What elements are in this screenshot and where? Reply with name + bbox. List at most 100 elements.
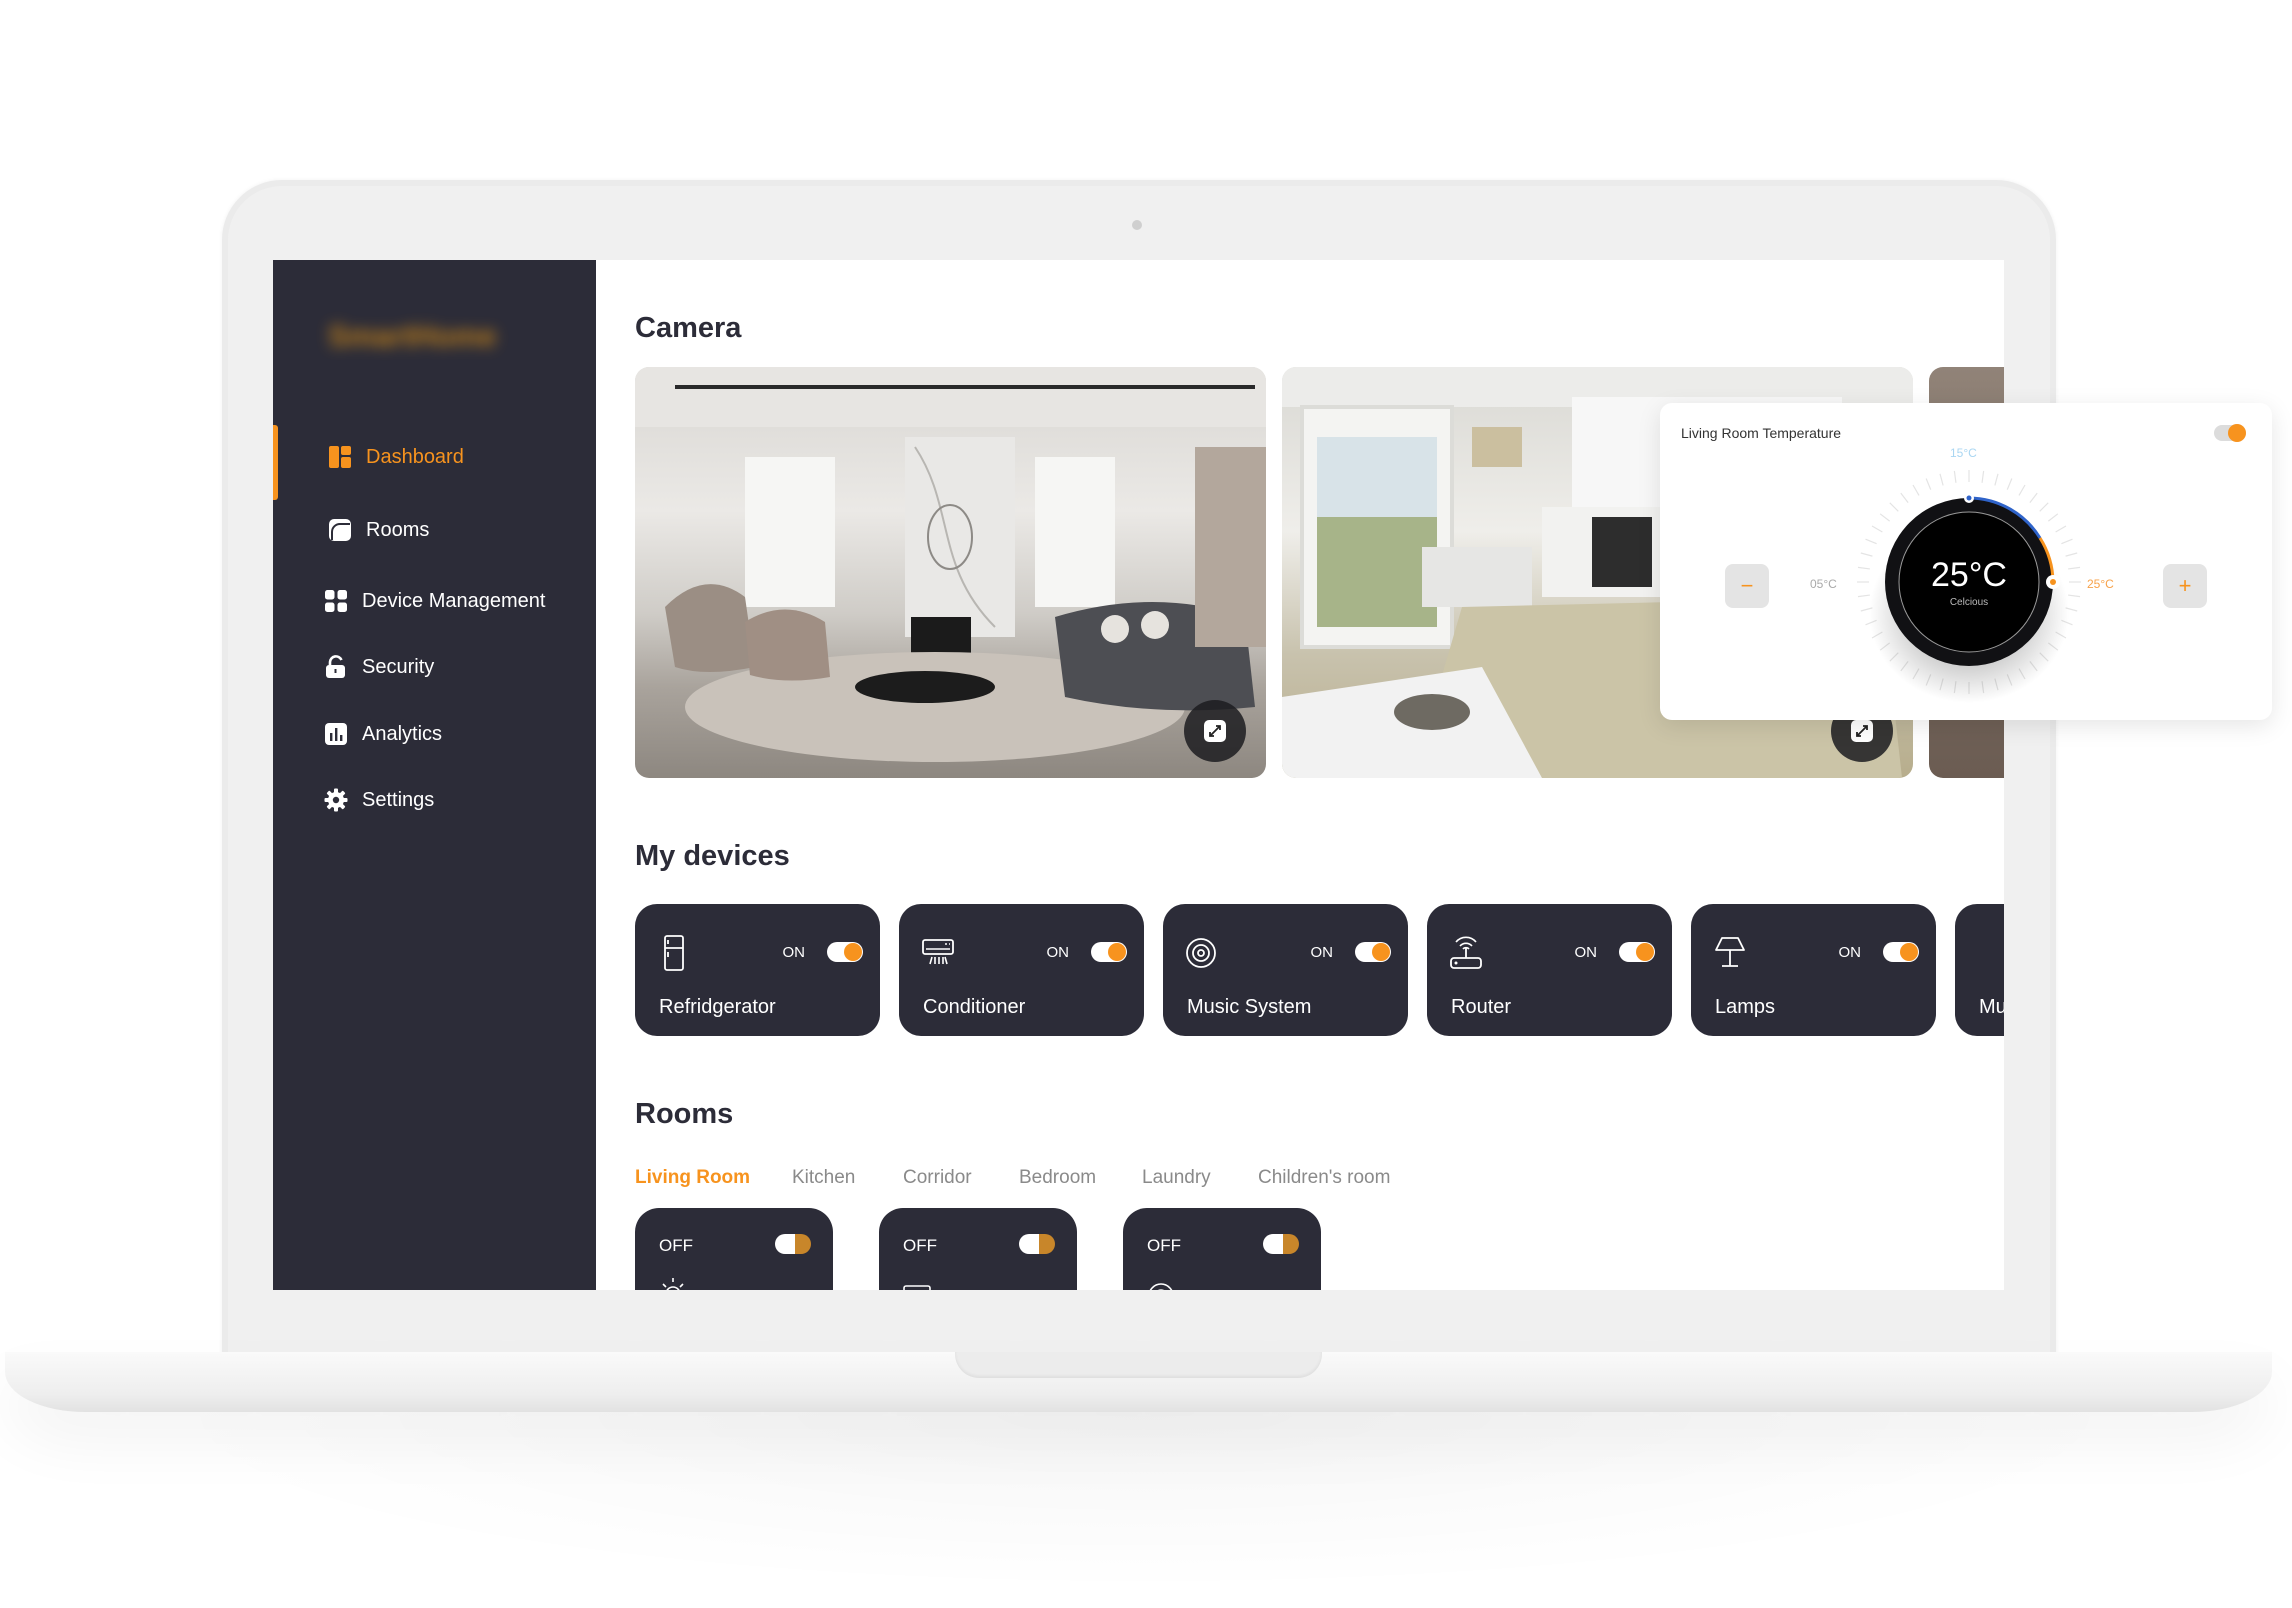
- device-state: ON: [1046, 944, 1070, 961]
- sidebar: SmartHome Dashboard Rooms Device Managem…: [273, 260, 596, 1290]
- device-card-partial[interactable]: Mu: [1955, 904, 2004, 1036]
- device-state: ON: [1574, 944, 1598, 961]
- room-device-card[interactable]: OFF: [635, 1208, 833, 1290]
- dial-tick: [2029, 492, 2038, 504]
- device-toggle[interactable]: [1091, 942, 1127, 962]
- sidebar-item-settings[interactable]: Settings: [273, 775, 596, 825]
- lamp-icon: [1715, 937, 1745, 967]
- speaker-icon: [1149, 1283, 1173, 1290]
- room-device-toggle[interactable]: [775, 1234, 811, 1254]
- device-card-music-system[interactable]: ON Music System: [1163, 904, 1408, 1036]
- device-card-refrigerator[interactable]: ON Refridgerator: [635, 904, 880, 1036]
- grid-icon: [324, 589, 348, 613]
- expand-button[interactable]: [1184, 700, 1246, 762]
- sidebar-item-analytics[interactable]: Analytics: [273, 709, 596, 759]
- expand-icon: [1851, 720, 1873, 742]
- dial-tick: [1981, 470, 1985, 483]
- temperature-unit: Celcious: [1949, 597, 1989, 608]
- sidebar-item-label: Settings: [362, 788, 435, 811]
- dial-tick: [2039, 502, 2049, 512]
- dial-tick: [1857, 566, 1870, 570]
- sidebar-item-label: Device Management: [362, 589, 546, 612]
- device-name: Refridgerator: [659, 996, 776, 1018]
- rooms-icon: [328, 518, 352, 542]
- tab-laundry[interactable]: Laundry: [1142, 1167, 1211, 1189]
- sidebar-item-label: Analytics: [362, 722, 443, 745]
- room-device-state: OFF: [1147, 1236, 1181, 1255]
- temperature-value: 25°C: [1931, 556, 2007, 594]
- dial-tick: [2018, 484, 2026, 496]
- room-device-card[interactable]: OFF: [879, 1208, 1077, 1290]
- sidebar-item-dashboard[interactable]: Dashboard: [273, 432, 596, 482]
- device-card-router[interactable]: ON Router: [1427, 904, 1672, 1036]
- tab-living-room[interactable]: Living Room: [635, 1167, 750, 1189]
- sidebar-item-security[interactable]: Security: [273, 642, 596, 692]
- dial-tick: [1865, 538, 1877, 545]
- dial-tick: [1912, 484, 1920, 496]
- dial-tick: [2068, 594, 2081, 598]
- plus-icon: +: [2178, 573, 2192, 598]
- living-room-scene: [635, 367, 1266, 762]
- room-device-toggle[interactable]: [1263, 1234, 1299, 1254]
- tab-kitchen[interactable]: Kitchen: [792, 1167, 855, 1189]
- tab-corridor[interactable]: Corridor: [903, 1167, 972, 1189]
- device-name: Music System: [1187, 996, 1312, 1018]
- camera-title: Camera: [635, 312, 742, 344]
- device-card-lamps[interactable]: ON Lamps: [1691, 904, 1936, 1036]
- dial-tick: [2065, 552, 2078, 557]
- device-name: Conditioner: [923, 996, 1026, 1018]
- device-name: Lamps: [1715, 996, 1776, 1018]
- room-device-toggle[interactable]: [1019, 1234, 1055, 1254]
- device-toggle[interactable]: [1619, 942, 1655, 962]
- laptop-shadow: [140, 1412, 2150, 1592]
- decrease-temperature-button[interactable]: −: [1725, 564, 1769, 608]
- dial-tick: [2006, 478, 2013, 490]
- room-device-state: OFF: [659, 1236, 693, 1255]
- app-logo: SmartHome: [328, 320, 497, 353]
- tab-bedroom[interactable]: Bedroom: [1019, 1167, 1096, 1189]
- increase-temperature-button[interactable]: +: [2163, 564, 2207, 608]
- dial-tick: [1860, 552, 1873, 557]
- webcam-dot: [1132, 220, 1142, 230]
- room-device-state: OFF: [903, 1236, 937, 1255]
- device-toggle[interactable]: [827, 942, 863, 962]
- sidebar-item-label: Rooms: [366, 518, 430, 541]
- dial-tick: [1889, 502, 1899, 512]
- room-device-card[interactable]: OFF: [1123, 1208, 1321, 1290]
- device-card-conditioner[interactable]: ON Conditioner: [899, 904, 1144, 1036]
- device-toggle[interactable]: [1883, 942, 1919, 962]
- device-toggle[interactable]: [1355, 942, 1391, 962]
- device-name: Mu: [1979, 996, 2004, 1018]
- rooms-title: Rooms: [635, 1098, 734, 1130]
- device-state: ON: [1838, 944, 1862, 961]
- router-icon: [1450, 936, 1482, 969]
- dial-min-label: 05°C: [1810, 577, 1837, 591]
- sidebar-item-rooms[interactable]: Rooms: [273, 505, 596, 555]
- air-conditioner-icon: [922, 939, 954, 965]
- device-name: Router: [1451, 996, 1512, 1018]
- dial-tick: [1925, 478, 1932, 490]
- dial-tick: [1994, 473, 1999, 486]
- dial-tick: [1939, 473, 1944, 486]
- dashboard-icon: [328, 445, 352, 469]
- dial-tick: [1871, 525, 1883, 533]
- sidebar-item-device-management[interactable]: Device Management: [273, 576, 596, 626]
- tab-childrens-room[interactable]: Children's room: [1258, 1167, 1390, 1189]
- analytics-icon: [324, 722, 348, 746]
- camera-feed-living-room[interactable]: [635, 367, 1266, 778]
- dial-tick: [2068, 566, 2081, 570]
- device-state: ON: [782, 944, 806, 961]
- dial-tick: [2055, 525, 2067, 533]
- gear-icon: [324, 788, 348, 812]
- devices-title: My devices: [635, 840, 790, 872]
- temperature-widget: Living Room Temperature 15°C 05°C 25°C 2…: [1660, 403, 2272, 720]
- device-state: ON: [1310, 944, 1334, 961]
- dial-top-label: 15°C: [1950, 446, 1977, 460]
- air-conditioner-icon: [903, 1285, 931, 1290]
- dial-tick: [1953, 470, 1957, 483]
- dial-tick: [2061, 538, 2073, 545]
- sidebar-item-label: Dashboard: [366, 445, 464, 468]
- dial-tick: [1900, 492, 1909, 504]
- dial-tick: [1879, 513, 1891, 522]
- laptop-notch: [955, 1352, 1322, 1378]
